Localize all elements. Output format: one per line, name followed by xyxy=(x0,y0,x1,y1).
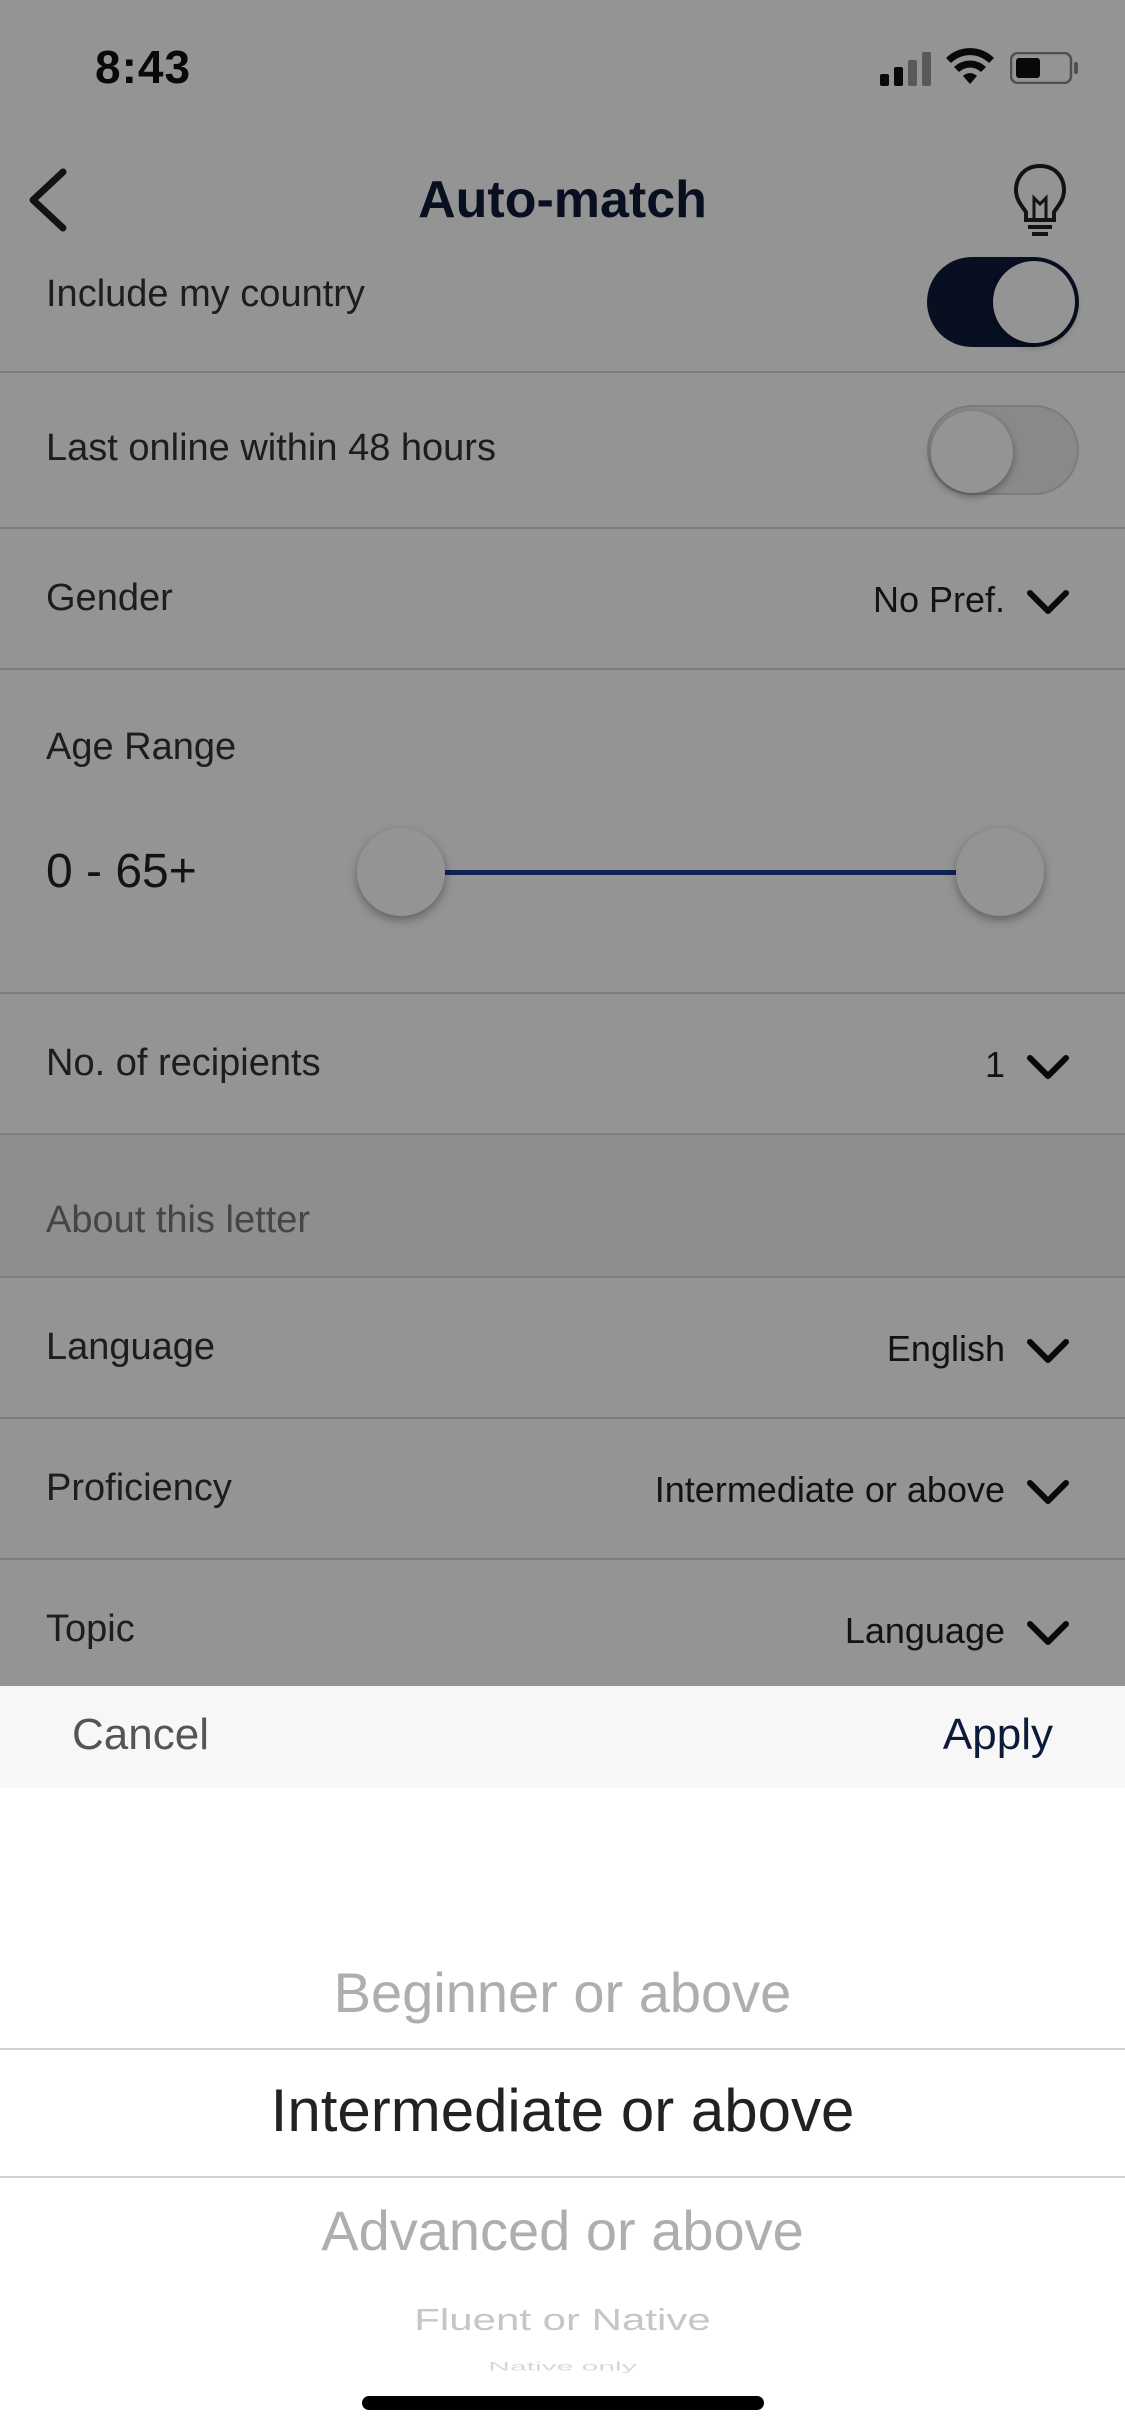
wifi-icon xyxy=(946,48,994,84)
proficiency-picker[interactable]: Beginner or above Intermediate or above … xyxy=(0,1788,1125,2436)
toggle-knob xyxy=(931,411,1013,493)
last-online-toggle[interactable] xyxy=(927,405,1079,495)
picker-toolbar: Cancel Apply xyxy=(0,1686,1125,1788)
status-time: 8:43 xyxy=(95,41,192,93)
gender-label: Gender xyxy=(46,577,173,619)
status-bar: 8:43 xyxy=(0,0,1125,140)
apply-button[interactable]: Apply xyxy=(943,1710,1053,1760)
include-country-toggle[interactable] xyxy=(927,257,1079,347)
lightbulb-icon[interactable] xyxy=(1010,160,1070,240)
last-online-label: Last online within 48 hours xyxy=(46,427,496,469)
toggle-knob xyxy=(993,261,1075,343)
picker-option[interactable]: Beginner or above xyxy=(0,1960,1125,2025)
age-max-handle[interactable] xyxy=(956,828,1044,916)
language-value: English xyxy=(886,1328,1005,1369)
home-indicator[interactable] xyxy=(362,2396,764,2410)
language-label: Language xyxy=(46,1326,216,1368)
picker-option[interactable]: Native only xyxy=(0,2360,1125,2374)
age-range-row: Age Range 0 - 65+ xyxy=(0,670,1125,994)
age-range-value: 0 - 65+ xyxy=(46,845,197,898)
proficiency-row[interactable]: Proficiency Intermediate or above xyxy=(0,1419,1125,1560)
proficiency-value: Intermediate or above xyxy=(654,1469,1005,1510)
settings-list: Include my country Last online within 48… xyxy=(0,257,1125,1701)
gender-value: No Pref. xyxy=(872,579,1005,620)
proficiency-label: Proficiency xyxy=(46,1467,232,1509)
picker-option[interactable]: Advanced or above xyxy=(0,2198,1125,2263)
recipients-value: 1 xyxy=(984,1044,1005,1085)
age-min-handle[interactable] xyxy=(357,828,445,916)
age-range-label: Age Range xyxy=(46,726,237,768)
recipients-label: No. of recipients xyxy=(46,1042,321,1084)
chevron-down-icon xyxy=(1027,1480,1069,1504)
chevron-down-icon xyxy=(1027,1055,1069,1079)
chevron-down-icon xyxy=(1027,590,1069,614)
picker-option-selected[interactable]: Intermediate or above xyxy=(0,2076,1125,2145)
topic-label: Topic xyxy=(46,1608,135,1650)
page-title: Auto-match xyxy=(418,171,707,229)
topic-value: Language xyxy=(844,1610,1005,1651)
about-section-header: About this letter xyxy=(0,1135,1125,1278)
chevron-down-icon xyxy=(1027,1339,1069,1363)
battery-icon xyxy=(1010,52,1078,84)
cellular-signal-icon xyxy=(880,52,932,86)
picker-selection-top-line xyxy=(0,2048,1125,2050)
include-country-row: Include my country xyxy=(0,257,1125,373)
include-country-label: Include my country xyxy=(46,273,365,315)
recipients-row[interactable]: No. of recipients 1 xyxy=(0,994,1125,1135)
last-online-row: Last online within 48 hours xyxy=(0,373,1125,529)
picker-selection-bottom-line xyxy=(0,2176,1125,2178)
navigation-bar: Auto-match xyxy=(0,140,1125,265)
gender-row[interactable]: Gender No Pref. xyxy=(0,529,1125,670)
cancel-button[interactable]: Cancel xyxy=(72,1710,209,1760)
picker-option[interactable]: Fluent or Native xyxy=(0,2303,1125,2338)
language-row[interactable]: Language English xyxy=(0,1278,1125,1419)
topic-row[interactable]: Topic Language xyxy=(0,1560,1125,1701)
auto-match-screen: 8:43 Auto-match Include my country Last … xyxy=(0,0,1125,1701)
age-slider-track xyxy=(400,870,1000,875)
about-section-label: About this letter xyxy=(46,1199,311,1241)
chevron-down-icon xyxy=(1027,1621,1069,1645)
